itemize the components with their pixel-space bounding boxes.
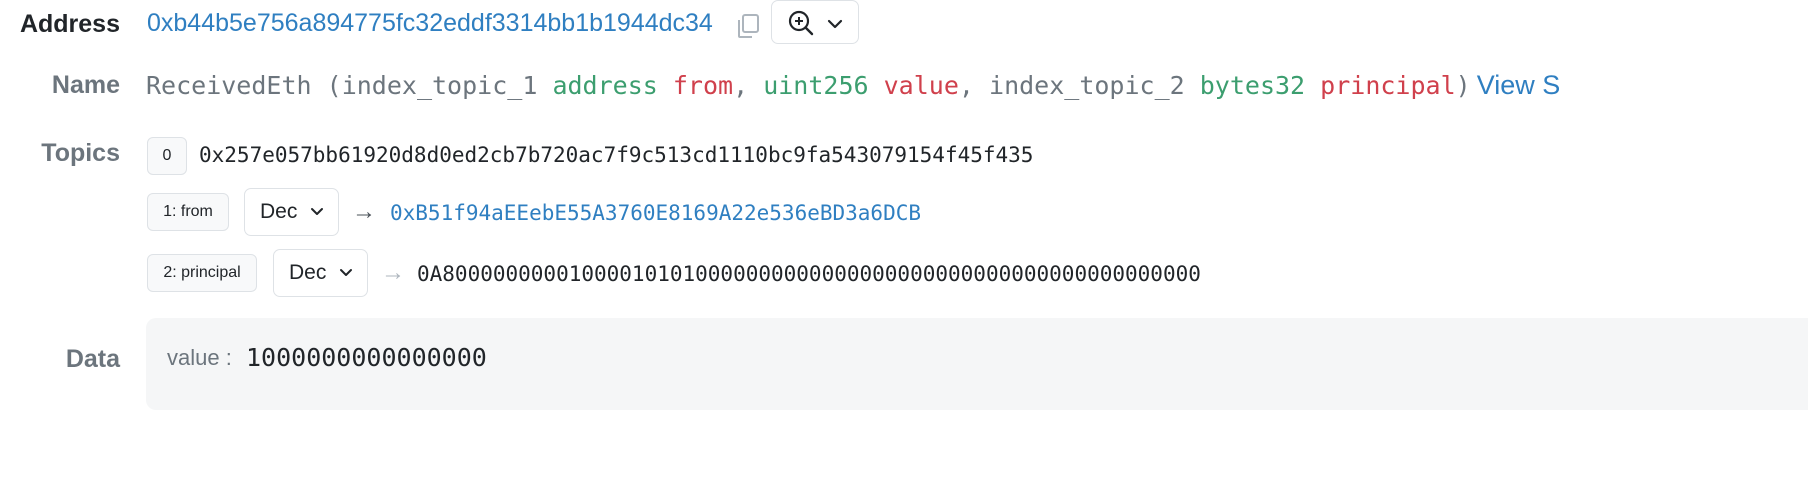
copy-icon[interactable] — [734, 12, 762, 40]
param-sep: , — [733, 71, 749, 100]
address-link[interactable]: 0xb44b5e756a894775fc32eddf3314bb1b1944dc… — [147, 9, 713, 38]
topic-index-badge: 1: from — [147, 193, 229, 231]
data-value: 1000000000000000 — [246, 343, 487, 372]
name-label: Name — [51, 71, 120, 99]
arrow-right-icon: → — [352, 198, 376, 225]
open-paren: ( — [326, 71, 342, 100]
topic-format-value: Dec — [289, 261, 327, 284]
param-name: from — [672, 71, 734, 100]
topics-label: Topics — [41, 139, 120, 167]
topic-value: 0A80000000001000010101000000000000000000… — [417, 262, 1201, 286]
data-label: Data — [65, 345, 120, 373]
param-sep: , — [958, 71, 974, 100]
view-source-link[interactable]: View S — [1477, 70, 1561, 100]
param-type: uint256 — [763, 71, 869, 100]
param-name: value — [883, 71, 959, 100]
topic-index-badge: 2: principal — [147, 254, 257, 292]
event-signature: ReceivedEth (index_topic_1 address from,… — [146, 70, 1560, 101]
arrow-right-icon: → — [381, 259, 405, 286]
event-name: ReceivedEth — [146, 71, 312, 100]
param-prefix: index_topic_2 — [989, 71, 1185, 100]
topic-format-select[interactable]: Dec — [273, 249, 368, 297]
chevron-down-icon — [340, 269, 352, 276]
data-key: value : — [167, 345, 232, 370]
topic-index-badge: 0 — [147, 137, 187, 175]
param-type: bytes32 — [1199, 71, 1306, 100]
zoom-dropdown-button[interactable] — [771, 0, 859, 44]
chevron-down-icon — [827, 19, 843, 29]
chevron-down-icon — [311, 208, 323, 215]
param-prefix: index_topic_1 — [341, 71, 538, 100]
topic-value: 0x257e057bb61920d8d0ed2cb7b720ac7f9c513c… — [199, 143, 1034, 167]
param-name: principal — [1320, 71, 1456, 100]
zoom-in-icon — [788, 10, 814, 36]
topic-format-select[interactable]: Dec — [244, 188, 339, 236]
param-type: address — [552, 71, 658, 100]
topic-format-value: Dec — [260, 200, 298, 223]
topic-address-link[interactable]: 0xB51f94aEEebE55A3760E8169A22e536eBD3a6D… — [390, 201, 921, 225]
close-paren: ) — [1455, 71, 1471, 100]
address-label: Address — [19, 10, 120, 38]
